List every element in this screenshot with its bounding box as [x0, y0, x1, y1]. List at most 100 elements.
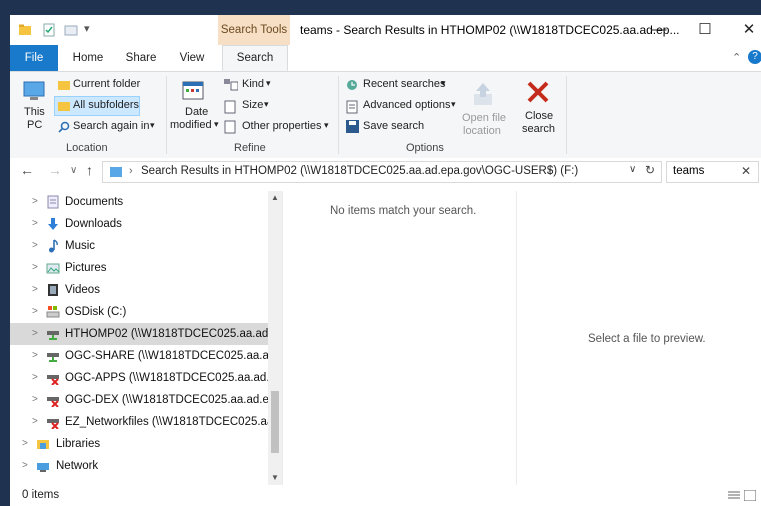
recent-searches-icon: [347, 80, 357, 90]
refresh-icon[interactable]: ↻: [645, 163, 655, 177]
expand-chevron-icon[interactable]: >: [32, 257, 38, 279]
search-tools-context-tab: Search Tools: [218, 15, 290, 45]
date-modified-button[interactable]: Date modified ▾: [168, 74, 220, 140]
nav-item-label: EZ_Networkfiles (\\W1818TDCEC025.aa.ad.a…: [65, 416, 268, 428]
nav-item-ogc-dex[interactable]: > OGC-DEX (\\W1818TDCEC025.aa.ad.epa.g: [10, 389, 268, 411]
nav-item-videos[interactable]: > Videos: [10, 279, 268, 301]
size-button[interactable]: Size: [242, 99, 263, 111]
current-folder-button[interactable]: Current folder: [73, 78, 140, 90]
open-file-location-label-1: Open file: [462, 112, 507, 124]
tab-search[interactable]: Search: [222, 45, 288, 71]
date-modified-label-1: Date: [185, 106, 209, 118]
kind-dropdown-icon: ▾: [266, 78, 271, 88]
expand-chevron-icon[interactable]: >: [32, 235, 38, 257]
breadcrumb-separator-icon: ›: [547, 165, 551, 177]
collapse-ribbon-icon[interactable]: ⌃: [732, 51, 741, 64]
close-button[interactable]: ✕: [727, 15, 761, 45]
nav-item-libraries[interactable]: > Libraries: [10, 433, 268, 455]
expand-chevron-icon[interactable]: >: [32, 279, 38, 301]
nav-item-downloads[interactable]: > Downloads: [10, 213, 268, 235]
pictures-icon: [46, 263, 60, 274]
kind-button[interactable]: Kind: [242, 78, 264, 90]
expand-chevron-icon[interactable]: >: [32, 191, 38, 213]
recent-locations-icon[interactable]: ∨: [70, 165, 77, 176]
nav-item-pictures[interactable]: > Pictures: [10, 257, 268, 279]
new-folder-icon[interactable]: [64, 23, 78, 37]
disconnected-drive-icon: [47, 397, 59, 407]
all-subfolders-label: All subfolders: [73, 99, 140, 111]
folder-icon[interactable]: [18, 23, 32, 37]
libraries-icon: [37, 440, 49, 449]
details-view-icon[interactable]: [728, 490, 740, 501]
open-file-location-label-2: location: [463, 125, 501, 137]
close-search-button[interactable]: Close search: [516, 74, 560, 140]
customize-qat-icon[interactable]: ▾: [84, 22, 90, 35]
address-dropdown-icon[interactable]: ∨: [629, 164, 636, 175]
nav-item-label: OGC-DEX (\\W1818TDCEC025.aa.ad.epa.g: [65, 394, 268, 406]
nav-item-label: HTHOMP02 (\\W1818TDCEC025.aa.ad.ep: [65, 328, 268, 340]
calendar-icon: [182, 81, 204, 100]
properties-icon[interactable]: [42, 23, 56, 37]
large-icons-view-icon[interactable]: [744, 490, 756, 501]
tab-file[interactable]: File: [10, 45, 58, 71]
nav-item-label: Network: [56, 460, 99, 472]
size-icon: [224, 100, 236, 114]
explorer-window: ▾ Search Tools teams - Search Results in…: [10, 15, 761, 506]
nav-item-network[interactable]: > Network: [10, 455, 268, 477]
search-box[interactable]: teams ✕: [666, 161, 759, 183]
network-icon: [37, 463, 49, 472]
clear-search-icon[interactable]: ✕: [741, 164, 751, 178]
other-properties-button[interactable]: Other properties: [242, 120, 321, 132]
expand-chevron-icon[interactable]: >: [32, 345, 38, 367]
address-bar[interactable]: › Search Results in HTHOMP02 (\\W1818TDC…: [102, 161, 662, 183]
tab-home[interactable]: Home: [68, 45, 108, 71]
title-bar: ▾ Search Tools teams - Search Results in…: [10, 15, 761, 45]
forward-arrow-icon[interactable]: →: [48, 162, 62, 178]
nav-item-osdisk[interactable]: > OSDisk (C:): [10, 301, 268, 323]
nav-item-label: Music: [65, 240, 96, 252]
tab-share[interactable]: Share: [120, 45, 162, 71]
all-subfolders-icon: [58, 102, 70, 111]
back-arrow-icon[interactable]: ←: [20, 162, 34, 178]
scrollbar-thumb[interactable]: [271, 391, 279, 453]
recent-searches-dropdown-icon: ▾: [441, 78, 446, 88]
maximize-button[interactable]: ☐: [683, 15, 727, 45]
expand-chevron-icon[interactable]: >: [32, 389, 38, 411]
preview-divider[interactable]: [516, 191, 517, 485]
expand-chevron-icon[interactable]: >: [32, 213, 38, 235]
size-dropdown-icon: ▾: [264, 99, 269, 109]
up-arrow-icon[interactable]: ↑: [86, 162, 93, 178]
nav-scrollbar[interactable]: ▲ ▼: [268, 191, 282, 485]
recent-searches-button[interactable]: Recent searches: [363, 78, 446, 90]
pane-divider[interactable]: [282, 191, 283, 485]
scroll-down-icon[interactable]: ▼: [271, 473, 279, 482]
advanced-options-button[interactable]: Advanced options: [363, 99, 450, 111]
network-drive-icon: [47, 331, 59, 340]
help-icon[interactable]: ?: [748, 50, 761, 64]
nav-item-label: Libraries: [56, 438, 101, 450]
nav-item-ez-networkfiles[interactable]: > EZ_Networkfiles (\\W1818TDCEC025.aa.ad…: [10, 411, 268, 433]
disconnected-drive-icon: [47, 375, 59, 385]
save-search-button[interactable]: Save search: [363, 120, 424, 132]
expand-chevron-icon[interactable]: >: [22, 433, 28, 455]
nav-item-ogc-apps[interactable]: > OGC-APPS (\\W1818TDCEC025.aa.ad.epa: [10, 367, 268, 389]
nav-item-documents[interactable]: > Documents: [10, 191, 268, 213]
music-icon: [49, 239, 58, 253]
nav-item-hthomp02[interactable]: > HTHOMP02 (\\W1818TDCEC025.aa.ad.ep: [10, 323, 268, 345]
tab-view[interactable]: View: [172, 45, 212, 71]
documents-icon: [47, 195, 59, 209]
expand-chevron-icon[interactable]: >: [32, 323, 38, 345]
this-pc-button[interactable]: This PC: [14, 74, 52, 138]
nav-item-ogc-share[interactable]: > OGC-SHARE (\\W1818TDCEC025.aa.ad.ep: [10, 345, 268, 367]
expand-chevron-icon[interactable]: >: [22, 455, 28, 477]
scroll-up-icon[interactable]: ▲: [271, 193, 279, 202]
address-path: Search Results in HTHOMP02 (\\W1818TDCEC…: [141, 165, 579, 177]
nav-item-music[interactable]: > Music: [10, 235, 268, 257]
search-again-in-button[interactable]: Search again in: [73, 120, 149, 132]
expand-chevron-icon[interactable]: >: [32, 411, 38, 433]
search-input[interactable]: teams: [673, 165, 704, 177]
expand-chevron-icon[interactable]: >: [32, 367, 38, 389]
expand-chevron-icon[interactable]: >: [32, 301, 38, 323]
computer-icon: [23, 81, 45, 100]
minimize-button[interactable]: —: [637, 15, 681, 45]
